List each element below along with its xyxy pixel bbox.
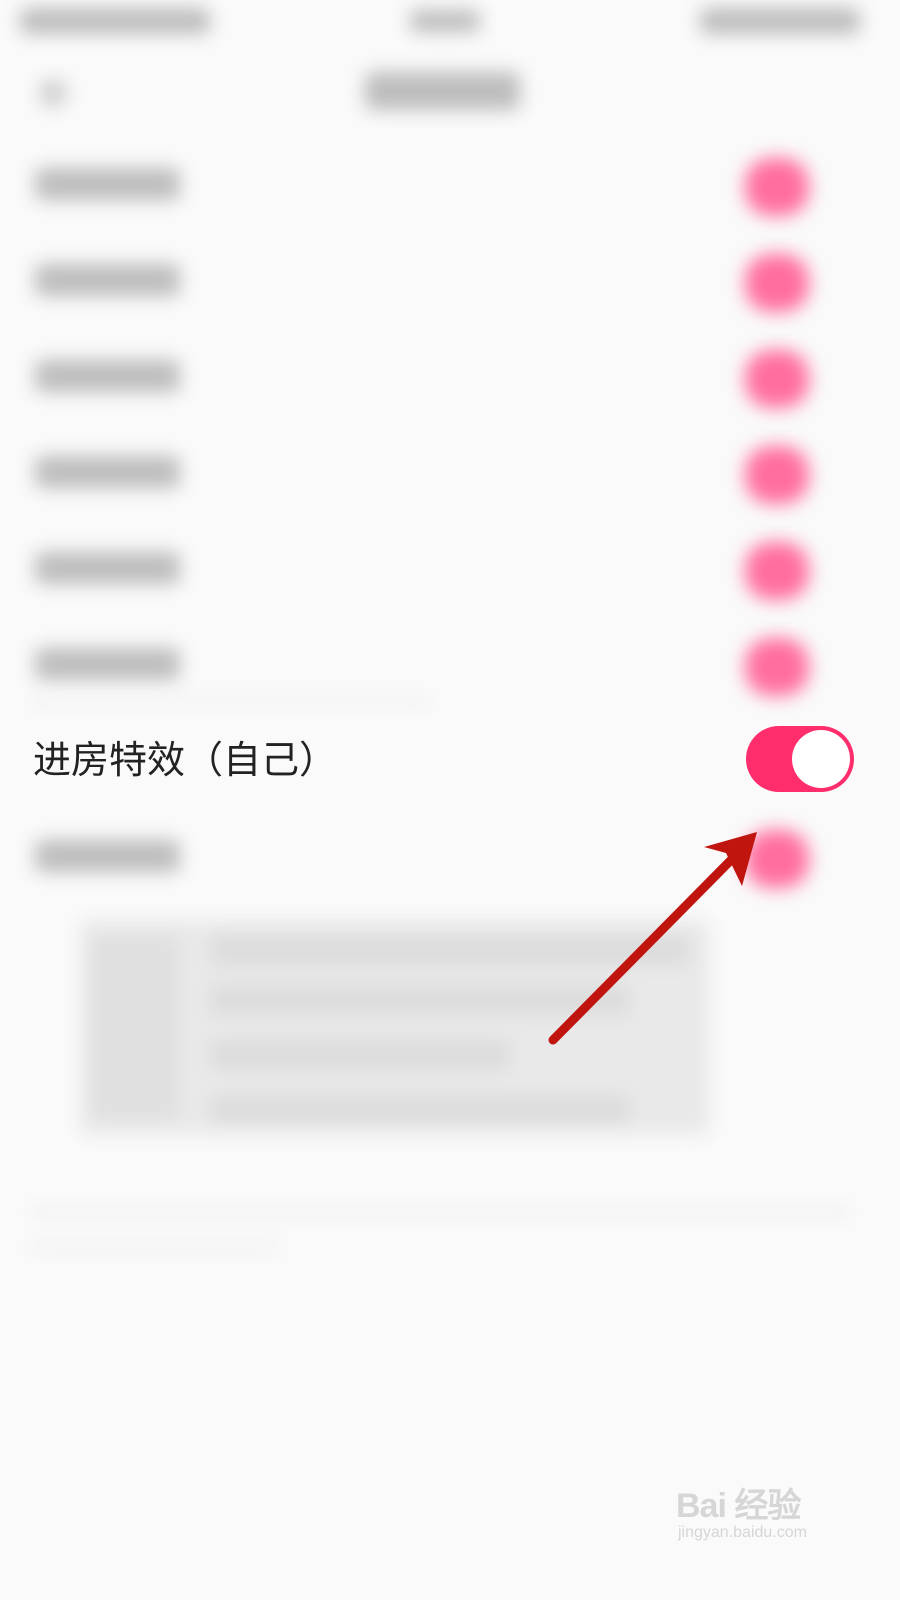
info-panel-line-2: [210, 985, 630, 1015]
setting-label-2: [35, 264, 180, 296]
divider: [30, 700, 430, 704]
watermark-url: jingyan.baidu.com: [678, 1524, 807, 1541]
setting-toggle-1[interactable]: [745, 158, 809, 216]
setting-toggle-8[interactable]: [745, 830, 809, 888]
setting-toggle-5[interactable]: [745, 542, 809, 600]
hint-line-2: [30, 1245, 280, 1249]
focused-setting-row: 进房特效（自己）: [0, 725, 882, 795]
watermark: Bai 经验 jingyan.baidu.com: [676, 1472, 846, 1552]
status-bar-center: [410, 10, 480, 32]
setting-toggle-6[interactable]: [745, 638, 809, 696]
info-panel-line-3: [210, 1040, 510, 1070]
page-title: [365, 72, 520, 110]
setting-label-5: [35, 552, 180, 584]
setting-label-8: [35, 840, 180, 872]
status-bar-right: [700, 8, 860, 34]
info-panel-image: [90, 935, 180, 1120]
entry-effect-toggle[interactable]: [746, 726, 854, 792]
setting-label: 进房特效（自己）: [33, 738, 338, 782]
toggle-knob: [792, 730, 850, 788]
setting-toggle-4[interactable]: [745, 446, 809, 504]
setting-toggle-3[interactable]: [745, 350, 809, 408]
status-bar-left: [20, 8, 210, 34]
setting-label-6: [35, 648, 180, 680]
info-panel-line-4: [210, 1095, 630, 1123]
setting-label-4: [35, 456, 180, 488]
back-icon[interactable]: [40, 80, 66, 106]
hint-line-1: [30, 1210, 850, 1214]
setting-label-3: [35, 360, 180, 392]
watermark-logo: Bai 经验: [676, 1487, 801, 1525]
info-panel-line-1: [210, 935, 690, 965]
setting-toggle-2[interactable]: [745, 254, 809, 312]
setting-label-1: [35, 168, 180, 200]
